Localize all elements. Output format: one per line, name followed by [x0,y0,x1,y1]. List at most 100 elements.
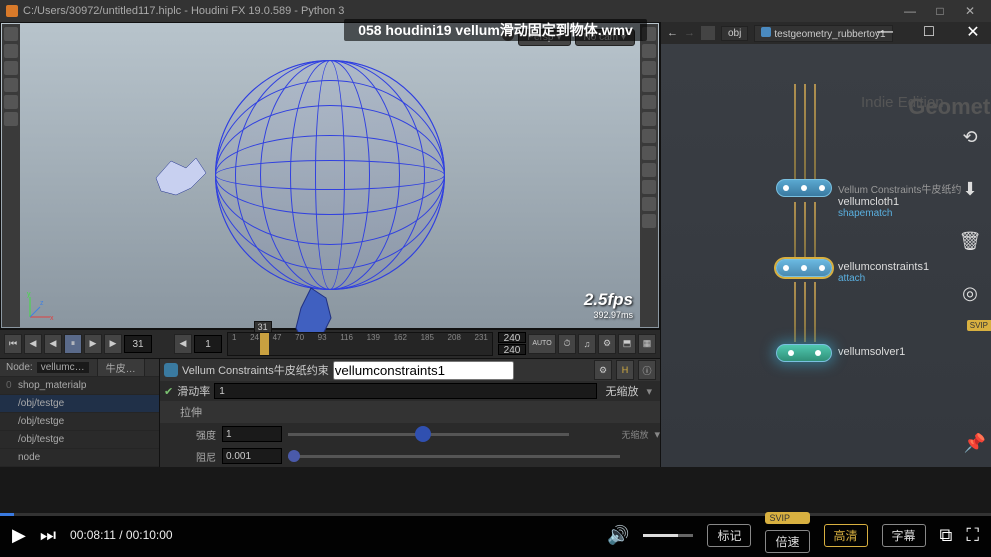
pip-icon[interactable]: ⧉ [940,525,953,546]
volume-slider[interactable] [643,534,693,537]
home-icon[interactable] [701,26,715,40]
range-start-field[interactable]: 1 [194,335,222,353]
wireframe-sphere [215,60,445,290]
pin-icon[interactable]: 📌 [961,429,989,457]
display-icon[interactable] [642,214,656,228]
persp-dropdown[interactable]: Persp ▾ [518,29,570,46]
display-icon[interactable] [642,27,656,41]
node-vellumconstraints[interactable]: vellumconstraints1attach [776,259,929,284]
range-end-field[interactable]: 240 [498,332,526,343]
slide-rate-input[interactable] [214,383,597,399]
auto-button[interactable]: AUTO [528,334,556,354]
camera-dropdown[interactable]: No cam ▾ [575,29,635,46]
help-icon[interactable]: H [616,360,634,380]
app-titlebar: C:/Users/30972/untitled117.hiplc - Houdi… [0,0,991,22]
tool-icon[interactable] [4,61,18,75]
fps-display: 2.5fps 392.97ms [584,290,633,320]
progress-bar[interactable] [0,513,991,516]
display-icon[interactable] [642,163,656,177]
maximize-button[interactable]: □ [925,4,955,18]
node-info-panel: Node: vellumc… 牛皮… 0shop_materialp /obj/… [0,359,160,467]
watermark-context: Geometry [908,94,991,120]
quality-button[interactable]: 高清 [824,524,868,547]
loop-icon[interactable]: ◎ [953,276,987,310]
param-header-title: Vellum Constraints牛皮纸约束 [182,362,329,378]
damping-label: 阻尼 [166,449,216,464]
download-icon[interactable]: ⬇ [953,172,987,206]
audio-icon[interactable]: ♫ [578,334,596,354]
current-frame-field[interactable]: 31 [124,335,152,353]
overlay-maximize-button[interactable]: □ [915,18,943,46]
subtitle-button[interactable]: 字幕 [882,524,926,547]
display-icon[interactable] [642,61,656,75]
node-name-input[interactable] [333,361,514,380]
tool-icon[interactable] [4,95,18,109]
range-start-button[interactable]: ◀ [174,334,192,354]
pause-button[interactable]: ⏸ [64,334,82,354]
next-button[interactable]: ⏭ [40,525,56,546]
frame-ruler[interactable]: 31 124477093116139162185208231 [227,332,493,356]
overlay-close-button[interactable]: ✕ [959,18,987,46]
stiffness-label: 强度 [166,427,216,442]
damping-slider[interactable] [288,455,620,458]
node-name-field[interactable]: vellumc… [37,362,89,373]
prev-frame-button[interactable]: ◀ [24,334,42,354]
play-button[interactable]: ▶ [12,525,26,546]
first-frame-button[interactable]: ⏮ [4,334,22,354]
scene-viewport[interactable]: Persp ▾ No cam ▾ 2.5fps 392.97ms [0,22,660,329]
fullscreen-icon[interactable]: ⛶ [966,525,979,546]
display-icon[interactable] [642,146,656,160]
next-frame-button[interactable]: ▶ [104,334,122,354]
axis-gnomon: yxz [25,292,55,322]
stiffness-input[interactable] [222,426,282,442]
tool-icon[interactable] [4,44,18,58]
anim-icon[interactable]: ▦ [638,334,656,354]
node-label: Node: [6,362,33,373]
tool-icon[interactable] [4,78,18,92]
share-icon[interactable]: ⟲ [953,120,987,154]
close-button[interactable]: ✕ [955,4,985,18]
realtime-icon[interactable]: ⏱ [558,334,576,354]
rubbertoy-mesh [151,153,211,203]
network-editor[interactable]: ← → obj testgeometry_rubbertoy1 Indie Ed… [660,22,991,467]
back-icon[interactable]: ← [667,27,678,39]
stiffness-slider[interactable] [288,433,569,436]
speed-button[interactable]: 倍速 [765,530,809,553]
play-back-button[interactable]: ◀ [44,334,62,354]
play-button[interactable]: ▶ [84,334,102,354]
keys-icon[interactable]: ⬒ [618,334,636,354]
bookmark-button[interactable]: 标记 [707,524,751,547]
check-icon[interactable]: ✔ [164,385,173,398]
breadcrumb-root[interactable]: obj [721,26,748,41]
global-end-field[interactable]: 240 [498,344,526,355]
display-icon[interactable] [642,112,656,126]
settings-icon[interactable]: ⚙ [598,334,616,354]
node-vellumcloth[interactable]: Vellum Constraints牛皮纸约vellumcloth1shapem… [776,179,961,219]
display-icon[interactable] [642,197,656,211]
tool-icon[interactable] [4,27,18,41]
node-vellumsolver[interactable]: vellumsolver1 [776,344,905,362]
slide-rate-label: 滑动率 [177,383,210,399]
display-icon[interactable] [642,180,656,194]
overlay-minimize-button[interactable]: — [871,18,899,46]
delete-icon[interactable]: 🗑 [953,224,987,258]
volume-icon[interactable]: 🔊 [607,525,629,546]
file-path: C:/Users/30972/untitled117.hiplc - Houdi… [23,5,344,17]
tool-icon[interactable] [4,112,18,126]
lock-icon[interactable] [502,29,514,41]
display-icon[interactable] [642,95,656,109]
svg-text:z: z [40,300,44,307]
info-icon[interactable]: ⓘ [638,360,656,380]
forward-icon[interactable]: → [684,27,695,39]
display-icon[interactable] [642,44,656,58]
gear-icon[interactable]: ⚙ [594,360,612,380]
display-icon[interactable] [642,129,656,143]
video-side-toolbar: ⟲ ⬇ 🗑 ◎ [953,120,987,310]
param-tab[interactable]: 牛皮… [97,359,145,377]
section-header[interactable]: 拉伸 [180,404,202,420]
display-icon[interactable] [642,78,656,92]
app-icon [6,5,18,17]
viewport-left-toolbar [2,24,20,327]
minimize-button[interactable]: — [895,4,925,18]
damping-input[interactable] [222,448,282,464]
